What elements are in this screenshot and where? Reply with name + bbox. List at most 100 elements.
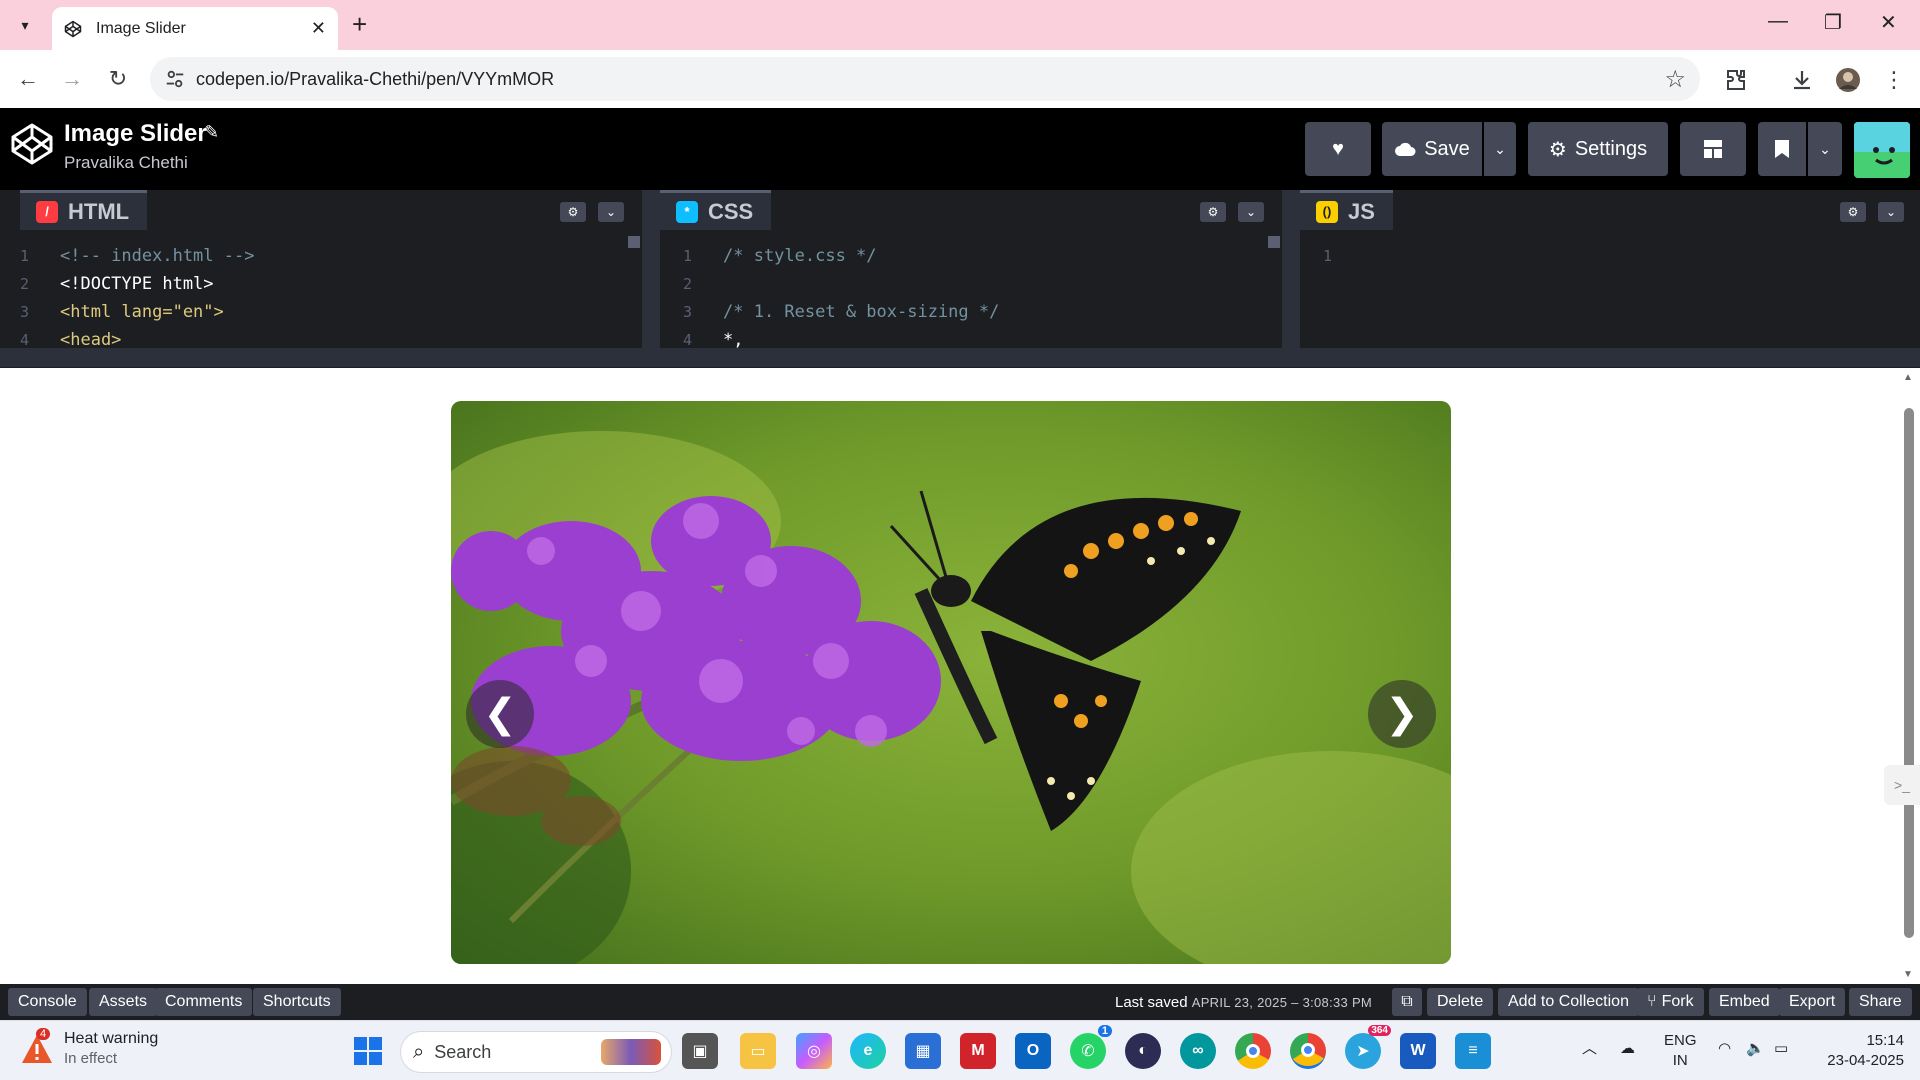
next-slide-button[interactable]: ❯	[1368, 680, 1436, 748]
tab-close-icon[interactable]: ✕	[311, 18, 326, 39]
js-editor[interactable]: () JS ⚙ ⌄ 1	[1300, 190, 1920, 348]
chrome-icon[interactable]	[1235, 1033, 1271, 1069]
css-scrollbar[interactable]	[1268, 236, 1280, 248]
html-collapse-icon[interactable]: ⌄	[598, 202, 624, 222]
console-drawer-icon[interactable]: >_	[1884, 765, 1920, 805]
css-code[interactable]: 1/* style.css */ 2 3/* 1. Reset & box-si…	[683, 242, 999, 354]
omnibox[interactable]: codepen.io/Pravalika-Chethi/pen/VYYmMOR …	[150, 57, 1700, 101]
preview-scroll-thumb[interactable]	[1904, 408, 1914, 938]
gear-icon: ⚙	[1548, 138, 1567, 161]
js-badge-icon: ()	[1316, 200, 1338, 223]
css-editor[interactable]: * CSS ⚙ ⌄ 1/* style.css */ 2 3/* 1. Rese…	[660, 190, 1282, 350]
forward-icon[interactable]: →	[56, 63, 88, 95]
assets-button[interactable]: Assets	[89, 988, 158, 1016]
editor-divider[interactable]	[1282, 190, 1300, 348]
js-collapse-icon[interactable]: ⌄	[1878, 202, 1904, 222]
code-line: 3/* 1. Reset & box-sizing */	[683, 302, 1000, 322]
console-button[interactable]: Console	[8, 988, 87, 1016]
windows-taskbar: 4 Heat warning In effect ⌕ Search ▣ ▭ ◎ …	[0, 1020, 1920, 1080]
shortcuts-button[interactable]: Shortcuts	[253, 988, 341, 1016]
restore-icon[interactable]: ❐	[1824, 10, 1842, 35]
export-button[interactable]: Export	[1779, 988, 1846, 1016]
whatsapp-badge: 1	[1097, 1025, 1112, 1037]
embed-button[interactable]: Embed	[1709, 988, 1780, 1016]
copilot-icon[interactable]: ◎	[796, 1033, 832, 1069]
window-close-icon[interactable]: ✕	[1880, 10, 1897, 35]
clock-time: 15:14	[1866, 1032, 1904, 1049]
fork-button[interactable]: ⑂ Fork	[1637, 988, 1704, 1016]
bookmark-options-dropdown[interactable]: ⌄	[1808, 122, 1842, 176]
downloads-icon[interactable]	[1788, 66, 1816, 94]
editor-divider[interactable]	[642, 190, 660, 348]
edge-icon[interactable]: e	[850, 1033, 886, 1069]
html-editor[interactable]: / HTML ⚙ ⌄ 1 <!-- index.html --> 2 <!DOCTY…	[0, 190, 642, 350]
css-editor-title: CSS	[708, 198, 754, 224]
url-text: codepen.io/Pravalika-Chethi/pen/VYYmMOR	[196, 69, 555, 89]
whatsapp-icon[interactable]: ✆ 1	[1070, 1025, 1112, 1069]
save-button[interactable]: Save	[1382, 122, 1482, 176]
extensions-icon[interactable]	[1722, 66, 1750, 94]
codepen-logo-icon[interactable]	[10, 122, 54, 166]
minimize-icon[interactable]: —	[1768, 10, 1788, 33]
scroll-down-icon[interactable]: ▼	[1903, 969, 1913, 980]
battery-icon[interactable]: ▭	[1774, 1039, 1788, 1059]
heat-warning-icon: 4	[20, 1028, 54, 1066]
volume-icon[interactable]: 🔈	[1746, 1039, 1765, 1059]
telegram-icon[interactable]: ➤ 364	[1345, 1025, 1391, 1069]
taskbar-search[interactable]: ⌕ Search	[400, 1031, 672, 1073]
js-code[interactable]: 1	[1323, 242, 1363, 270]
new-tab-icon[interactable]: +	[352, 10, 367, 38]
file-explorer-icon[interactable]: ▭	[740, 1033, 776, 1069]
outlook-icon[interactable]: O	[1015, 1033, 1051, 1069]
user-avatar[interactable]	[1854, 122, 1910, 178]
pen-author[interactable]: Pravalika Chethi	[64, 153, 188, 173]
system-clock[interactable]: 15:14 23-04-2025	[1818, 1031, 1904, 1071]
tab-search-icon[interactable]: ▾	[10, 10, 40, 40]
notepad-icon[interactable]: ≡	[1455, 1033, 1491, 1069]
browser-menu-icon[interactable]: ⋮	[1880, 66, 1908, 94]
css-settings-icon[interactable]: ⚙	[1200, 202, 1226, 222]
edit-title-pencil-icon[interactable]: ✎	[204, 122, 219, 143]
language-indicator[interactable]: ENG IN	[1664, 1031, 1697, 1071]
change-view-button[interactable]	[1680, 122, 1746, 176]
browser-tab[interactable]: Image Slider ✕	[52, 7, 338, 50]
site-info-icon[interactable]	[164, 68, 186, 90]
settings-button[interactable]: ⚙ Settings	[1528, 122, 1668, 176]
preview-scrollbar[interactable]: ▲ ▼	[1900, 368, 1918, 984]
weather-widget[interactable]: 4 Heat warning In effect	[20, 1028, 158, 1069]
bookmark-star-icon[interactable]: ☆	[1664, 65, 1686, 94]
store-icon[interactable]: ▦	[905, 1033, 941, 1069]
previous-slide-button[interactable]: ❮	[466, 680, 534, 748]
word-icon[interactable]: W	[1400, 1033, 1436, 1069]
css-collapse-icon[interactable]: ⌄	[1238, 202, 1264, 222]
share-button[interactable]: Share	[1849, 988, 1912, 1016]
chrome-active-icon[interactable]	[1290, 1033, 1326, 1069]
scroll-up-icon[interactable]: ▲	[1903, 372, 1913, 383]
wifi-icon[interactable]: ◠	[1718, 1039, 1731, 1059]
heart-button[interactable]: ♥	[1305, 122, 1371, 176]
mcafee-icon[interactable]: M	[960, 1033, 996, 1069]
windows-start-icon[interactable]	[350, 1033, 386, 1069]
open-external-icon[interactable]: ⧉	[1392, 988, 1422, 1016]
js-settings-icon[interactable]: ⚙	[1840, 202, 1866, 222]
eclipse-icon[interactable]: ◐	[1125, 1033, 1161, 1069]
editor-resize-bar[interactable]	[0, 348, 1920, 368]
bookmark-button[interactable]	[1758, 122, 1806, 176]
add-to-collection-button[interactable]: Add to Collection	[1498, 988, 1639, 1016]
language-code: ENG	[1664, 1032, 1697, 1049]
html-code[interactable]: 1 <!-- index.html --> 2 <!DOCTYPE html> 3 <…	[20, 242, 254, 354]
show-hidden-icons[interactable]: ︿	[1582, 1039, 1597, 1059]
save-options-dropdown[interactable]: ⌄	[1484, 122, 1516, 176]
delete-button[interactable]: Delete	[1427, 988, 1494, 1016]
pen-title[interactable]: Image Slider	[64, 120, 207, 148]
html-scrollbar[interactable]	[628, 236, 640, 248]
html-settings-icon[interactable]: ⚙	[560, 202, 586, 222]
onedrive-icon[interactable]: ☁	[1620, 1039, 1635, 1059]
layout-grid-icon	[1704, 140, 1722, 158]
back-icon[interactable]: ←	[12, 63, 44, 95]
profile-avatar[interactable]	[1834, 66, 1862, 94]
reload-icon[interactable]: ↻	[102, 63, 134, 95]
comments-button[interactable]: Comments	[155, 988, 253, 1016]
task-view-icon[interactable]: ▣	[682, 1033, 718, 1069]
arduino-icon[interactable]: ∞	[1180, 1033, 1216, 1069]
